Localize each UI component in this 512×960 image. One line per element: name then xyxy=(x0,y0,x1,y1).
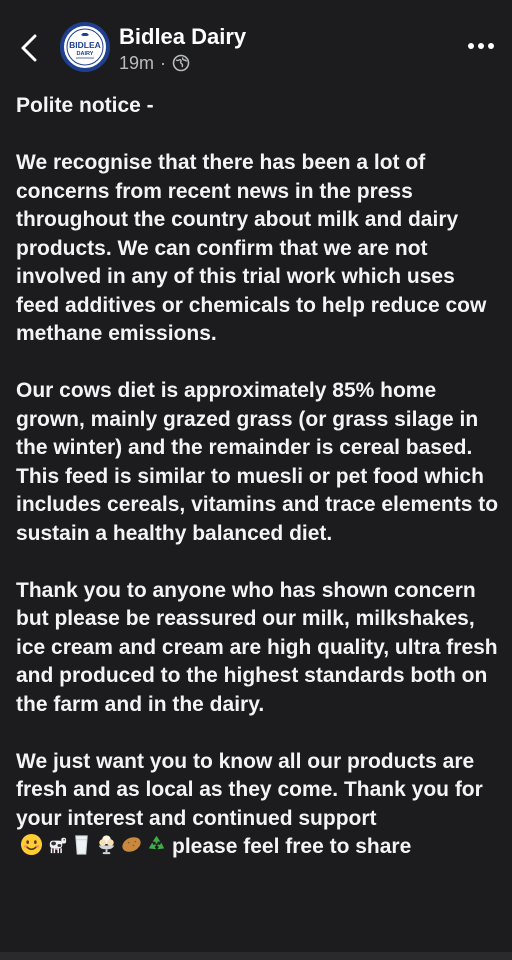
cow-emoji-icon xyxy=(49,837,67,854)
post-paragraph: Polite notice - xyxy=(16,94,154,117)
post-paragraph: Our cows diet is approximately 85% home … xyxy=(16,379,499,545)
page-avatar[interactable]: BIDLEA DAIRY xyxy=(60,22,110,72)
bidlea-logo: BIDLEA DAIRY xyxy=(65,27,105,67)
potato-emoji-icon xyxy=(122,837,141,852)
recycle-emoji-icon xyxy=(148,835,165,850)
meta-separator: · xyxy=(160,52,167,73)
more-horizontal-icon xyxy=(468,43,494,49)
ice-cream-emoji-icon xyxy=(98,835,115,855)
milk-glass-emoji-icon xyxy=(75,835,88,855)
post-paragraph: Thank you to anyone who has shown concer… xyxy=(16,578,498,716)
page-name[interactable]: Bidlea Dairy xyxy=(119,23,246,51)
post-meta: 19m · xyxy=(119,52,190,74)
chevron-left-icon xyxy=(21,34,37,62)
back-button[interactable] xyxy=(12,30,48,66)
logo-subtext: DAIRY xyxy=(77,51,94,57)
globe-icon xyxy=(172,54,190,72)
emoji-row xyxy=(20,833,168,856)
post-paragraph: We recognise that there has been a lot o… xyxy=(16,151,487,345)
post-last-text-end: please feel free to share xyxy=(172,835,412,858)
post-paragraph-last: We just want you to know all our product… xyxy=(16,748,500,862)
post-time[interactable]: 19m xyxy=(119,53,154,74)
smiling-face-emoji-icon xyxy=(20,833,43,856)
post-last-text-start: We just want you to know all our product… xyxy=(16,749,483,830)
post-header: BIDLEA DAIRY Bidlea Dairy 19m · xyxy=(0,0,512,82)
more-options-button[interactable] xyxy=(466,34,496,58)
post-body: Polite notice - We recognise that there … xyxy=(16,92,500,862)
bottom-edge xyxy=(0,952,512,960)
logo-text: BIDLEA xyxy=(69,40,101,50)
